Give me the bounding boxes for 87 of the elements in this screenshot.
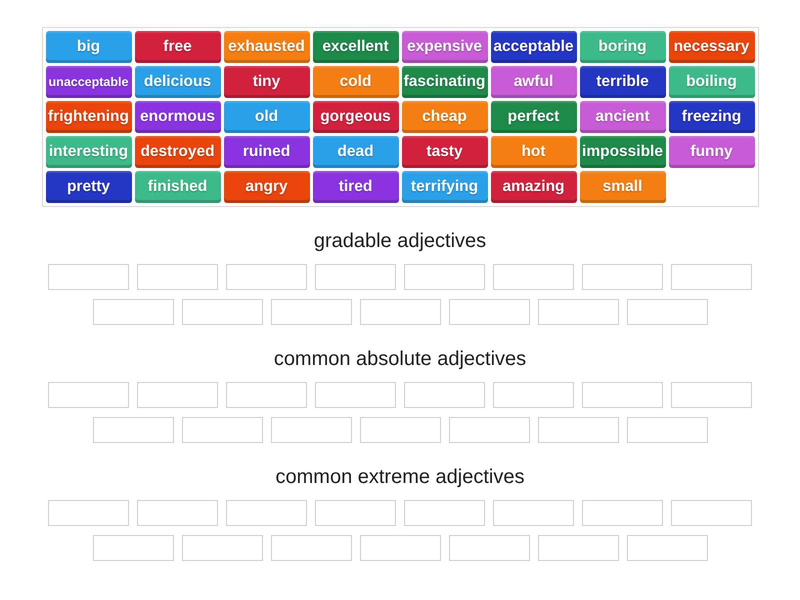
- answer-box[interactable]: [582, 382, 663, 408]
- answer-box[interactable]: [671, 264, 752, 290]
- word-tile[interactable]: enormous: [134, 101, 220, 133]
- answer-box[interactable]: [538, 535, 618, 561]
- answer-box[interactable]: [360, 417, 440, 443]
- word-tile[interactable]: destroyed: [134, 136, 220, 168]
- answer-box[interactable]: [270, 299, 352, 325]
- answer-box[interactable]: [582, 264, 663, 290]
- word-tile[interactable]: cold: [312, 66, 398, 98]
- word-tile[interactable]: small: [580, 171, 666, 203]
- category-heading: common extreme adjectives: [276, 465, 524, 489]
- word-tile[interactable]: big: [46, 31, 132, 63]
- answer-box[interactable]: [404, 500, 485, 526]
- word-tile[interactable]: delicious: [134, 66, 220, 98]
- answer-box[interactable]: [226, 264, 307, 290]
- word-tile[interactable]: tired: [312, 171, 398, 203]
- answer-box[interactable]: [448, 535, 530, 561]
- answer-box[interactable]: [92, 417, 174, 443]
- answer-box[interactable]: [448, 299, 530, 325]
- word-tile[interactable]: freezing: [668, 101, 754, 133]
- word-tile[interactable]: old: [224, 101, 310, 133]
- answer-box[interactable]: [493, 382, 574, 408]
- answer-box[interactable]: [182, 417, 262, 443]
- answer-box[interactable]: [538, 417, 618, 443]
- answer-box[interactable]: [182, 535, 262, 561]
- answer-box[interactable]: [226, 382, 307, 408]
- answer-box[interactable]: [137, 264, 218, 290]
- word-tile[interactable]: amazing: [490, 171, 576, 203]
- word-tile[interactable]: free: [134, 31, 220, 63]
- category-heading: gradable adjectives: [314, 229, 486, 253]
- word-tile[interactable]: terrifying: [402, 171, 488, 203]
- answer-box[interactable]: [48, 382, 129, 408]
- word-tile[interactable]: frightening: [46, 101, 132, 133]
- answer-box[interactable]: [626, 417, 708, 443]
- answer-box[interactable]: [182, 299, 262, 325]
- answer-box[interactable]: [315, 500, 396, 526]
- word-tile[interactable]: impossible: [580, 136, 666, 168]
- answer-box[interactable]: [671, 382, 752, 408]
- word-tile[interactable]: exhausted: [224, 31, 310, 63]
- word-tile[interactable]: hot: [490, 136, 576, 168]
- word-tile[interactable]: boiling: [668, 66, 754, 98]
- answer-box[interactable]: [493, 264, 574, 290]
- word-tile[interactable]: awful: [490, 66, 576, 98]
- answer-box[interactable]: [360, 535, 440, 561]
- answer-box[interactable]: [626, 535, 708, 561]
- word-tile[interactable]: acceptable: [490, 31, 576, 63]
- word-tile[interactable]: fascinating: [402, 66, 488, 98]
- answer-box[interactable]: [538, 299, 618, 325]
- word-tile[interactable]: interesting: [46, 136, 132, 168]
- answer-box[interactable]: [270, 417, 352, 443]
- word-tile[interactable]: excellent: [312, 31, 398, 63]
- word-tile[interactable]: angry: [224, 171, 310, 203]
- answer-box[interactable]: [315, 382, 396, 408]
- answer-box[interactable]: [671, 500, 752, 526]
- word-tile[interactable]: finished: [134, 171, 220, 203]
- answer-box[interactable]: [404, 382, 485, 408]
- word-tile[interactable]: expensive: [402, 31, 488, 63]
- answer-box[interactable]: [137, 382, 218, 408]
- answer-box[interactable]: [315, 264, 396, 290]
- word-tile[interactable]: ruined: [224, 136, 310, 168]
- word-tile[interactable]: gorgeous: [312, 101, 398, 133]
- answer-box[interactable]: [92, 299, 174, 325]
- word-tile[interactable]: ancient: [580, 101, 666, 133]
- word-tile[interactable]: tiny: [224, 66, 310, 98]
- word-tile[interactable]: unacceptable: [46, 66, 132, 98]
- word-tile[interactable]: tasty: [402, 136, 488, 168]
- answer-box[interactable]: [404, 264, 485, 290]
- answer-box[interactable]: [270, 535, 352, 561]
- answer-box[interactable]: [92, 535, 174, 561]
- word-tile[interactable]: pretty: [46, 171, 132, 203]
- answer-box[interactable]: [582, 500, 663, 526]
- word-tile[interactable]: funny: [668, 136, 754, 168]
- word-tile[interactable]: dead: [312, 136, 398, 168]
- word-tile[interactable]: terrible: [580, 66, 666, 98]
- word-tile[interactable]: cheap: [402, 101, 488, 133]
- answer-box[interactable]: [448, 417, 530, 443]
- answer-box[interactable]: [493, 500, 574, 526]
- answer-box[interactable]: [48, 264, 129, 290]
- word-tile[interactable]: boring: [580, 31, 666, 63]
- word-tile[interactable]: necessary: [668, 31, 754, 63]
- category-heading: common absolute adjectives: [274, 347, 526, 371]
- answer-box[interactable]: [48, 500, 129, 526]
- answer-box[interactable]: [226, 500, 307, 526]
- word-tile[interactable]: perfect: [490, 101, 576, 133]
- answer-box[interactable]: [626, 299, 708, 325]
- answer-box[interactable]: [137, 500, 218, 526]
- answer-box[interactable]: [360, 299, 440, 325]
